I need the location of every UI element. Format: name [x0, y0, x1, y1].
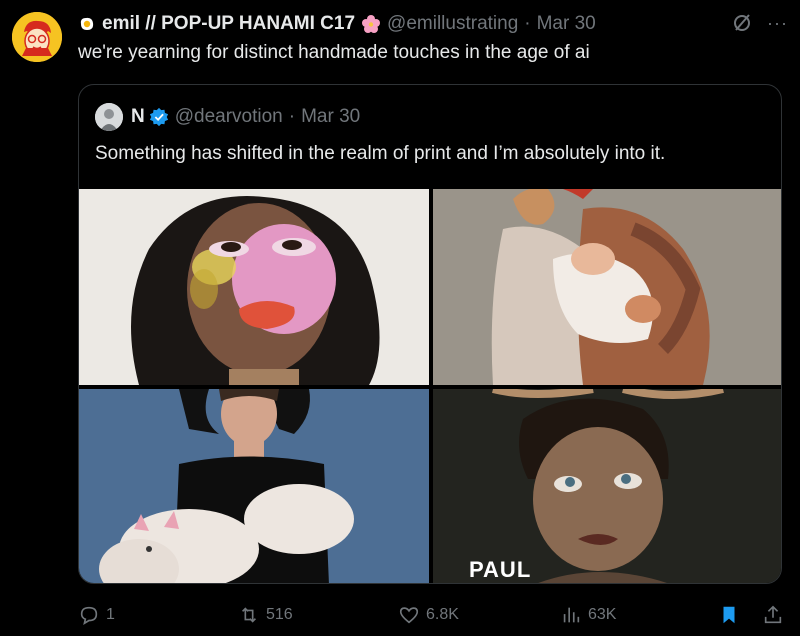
tweet-text: we're yearning for distinct handmade tou…	[78, 42, 590, 63]
tweet-date[interactable]: Mar 30	[537, 13, 596, 35]
quote-header: N @dearvotion · Mar 30	[95, 103, 360, 131]
tweet-header: emil // POP-UP HANAMI C17 @emillustratin…	[78, 12, 788, 36]
reply-count: 1	[106, 606, 115, 623]
heart-icon	[399, 607, 419, 624]
quote-separator-dot: ·	[288, 106, 296, 127]
poster-caption: PAUL	[469, 557, 532, 582]
quote-text: Something has shifted in the realm of pr…	[95, 143, 666, 164]
reply-icon	[80, 606, 98, 625]
author-name[interactable]: emil // POP-UP HANAMI C17	[102, 13, 355, 35]
quote-author-name[interactable]: N	[131, 106, 145, 128]
quote-author-handle[interactable]: @dearvotion	[175, 106, 283, 128]
image-grid: PAUL	[79, 189, 781, 583]
like-count: 6.8K	[426, 606, 459, 623]
view-count: 63K	[588, 606, 617, 623]
like-button[interactable]: 6.8K	[398, 604, 459, 626]
reply-button[interactable]: 1	[78, 604, 115, 626]
views-button[interactable]: 63K	[560, 604, 616, 626]
quote-tweet-card[interactable]: N @dearvotion · Mar 30 Something has shi…	[78, 84, 782, 584]
embrace-photo[interactable]	[433, 189, 781, 385]
bookmark-button[interactable]	[718, 604, 740, 626]
verified-badge-icon	[149, 107, 168, 127]
header-actions: ···	[731, 12, 788, 34]
share-button[interactable]	[762, 604, 784, 626]
cherry-blossom-icon	[362, 15, 381, 33]
grok-icon[interactable]	[731, 12, 753, 34]
paul-poster[interactable]: PAUL	[433, 389, 781, 583]
more-options-button[interactable]: ···	[767, 13, 788, 34]
black-dress-fur-photo[interactable]	[79, 389, 429, 583]
repost-button[interactable]: 516	[238, 604, 293, 626]
share-icon	[764, 605, 782, 624]
bookmark-icon	[723, 606, 735, 624]
repost-icon	[241, 607, 257, 623]
author-avatar[interactable]	[12, 12, 62, 62]
author-handle[interactable]: @emillustrating	[387, 13, 518, 35]
painted-face-portrait[interactable]	[79, 189, 429, 385]
action-bar: 1 516 6.8K 63K	[78, 604, 790, 630]
repost-count: 516	[266, 606, 293, 623]
quote-date[interactable]: Mar 30	[301, 106, 360, 128]
fried-egg-icon	[80, 17, 94, 30]
quote-author-avatar[interactable]	[95, 103, 123, 131]
separator-dot: ·	[524, 13, 531, 34]
views-chart-icon	[563, 607, 580, 623]
